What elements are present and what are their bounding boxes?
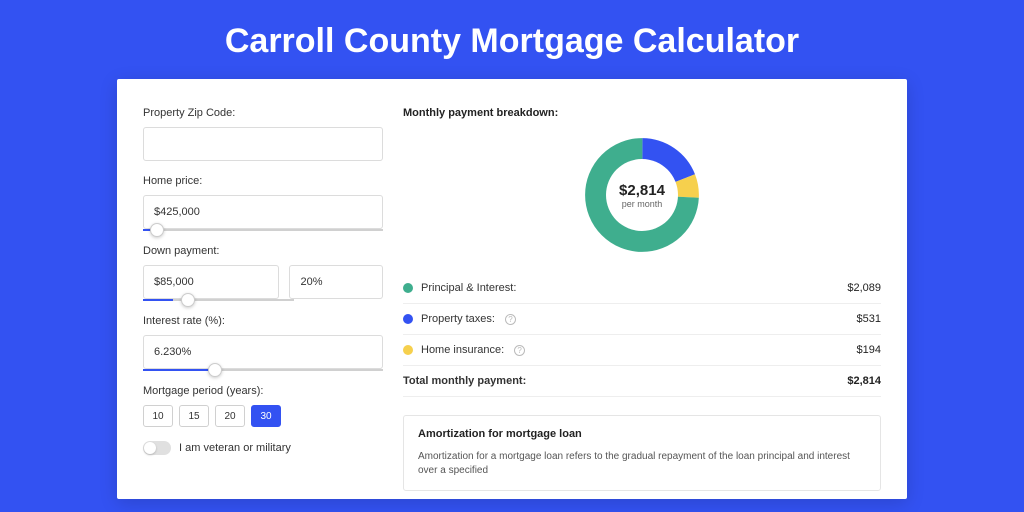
price-field: Home price: [143,175,383,231]
veteran-label: I am veteran or military [179,442,291,454]
period-option-15[interactable]: 15 [179,405,209,427]
amortization-box: Amortization for mortgage loan Amortizat… [403,415,881,491]
rate-input[interactable] [143,335,383,369]
line-taxes: Property taxes: ? $531 [403,304,881,335]
zip-input[interactable] [143,127,383,161]
rate-label: Interest rate (%): [143,315,383,327]
line-taxes-label: Property taxes: [421,313,495,325]
period-option-20[interactable]: 20 [215,405,245,427]
rate-slider[interactable] [143,369,383,371]
donut-chart-wrap: $2,814 per month [403,135,881,255]
down-label: Down payment: [143,245,383,257]
info-icon[interactable]: ? [505,314,516,325]
price-input[interactable] [143,195,383,229]
down-slider-thumb[interactable] [181,293,195,307]
donut-center: $2,814 per month [606,159,678,231]
swatch-green-icon [403,283,413,293]
swatch-blue-icon [403,314,413,324]
rate-slider-thumb[interactable] [208,363,222,377]
info-icon[interactable]: ? [514,345,525,356]
donut-center-value: $2,814 [619,182,665,199]
down-field: Down payment: [143,245,383,301]
period-options: 10 15 20 30 [143,405,383,427]
line-principal-value: $2,089 [847,282,881,294]
line-total-value: $2,814 [847,375,881,387]
line-insurance-value: $194 [857,344,881,356]
down-slider[interactable] [143,299,294,301]
donut-center-sub: per month [622,199,663,209]
calculator-card: Property Zip Code: Home price: Down paym… [117,79,907,499]
period-label: Mortgage period (years): [143,385,383,397]
line-total: Total monthly payment: $2,814 [403,366,881,397]
line-principal: Principal & Interest: $2,089 [403,273,881,304]
donut-chart: $2,814 per month [582,135,702,255]
amortization-text: Amortization for a mortgage loan refers … [418,450,866,478]
zip-label: Property Zip Code: [143,107,383,119]
page-title: Carroll County Mortgage Calculator [0,0,1024,79]
zip-field: Property Zip Code: [143,107,383,161]
breakdown-title: Monthly payment breakdown: [403,107,881,119]
veteran-row: I am veteran or military [143,441,383,455]
down-pct-input[interactable] [289,265,383,299]
rate-field: Interest rate (%): [143,315,383,371]
line-insurance-label: Home insurance: [421,344,504,356]
amortization-title: Amortization for mortgage loan [418,428,866,440]
line-principal-label: Principal & Interest: [421,282,516,294]
down-amount-input[interactable] [143,265,279,299]
line-insurance: Home insurance: ? $194 [403,335,881,366]
veteran-toggle[interactable] [143,441,171,455]
line-taxes-value: $531 [857,313,881,325]
price-label: Home price: [143,175,383,187]
line-total-label: Total monthly payment: [403,375,526,387]
period-field: Mortgage period (years): 10 15 20 30 [143,385,383,427]
price-slider-thumb[interactable] [150,223,164,237]
period-option-10[interactable]: 10 [143,405,173,427]
price-slider[interactable] [143,229,383,231]
inputs-column: Property Zip Code: Home price: Down paym… [143,107,383,499]
swatch-yellow-icon [403,345,413,355]
breakdown-column: Monthly payment breakdown: $2,814 per mo… [403,107,881,499]
period-option-30[interactable]: 30 [251,405,281,427]
